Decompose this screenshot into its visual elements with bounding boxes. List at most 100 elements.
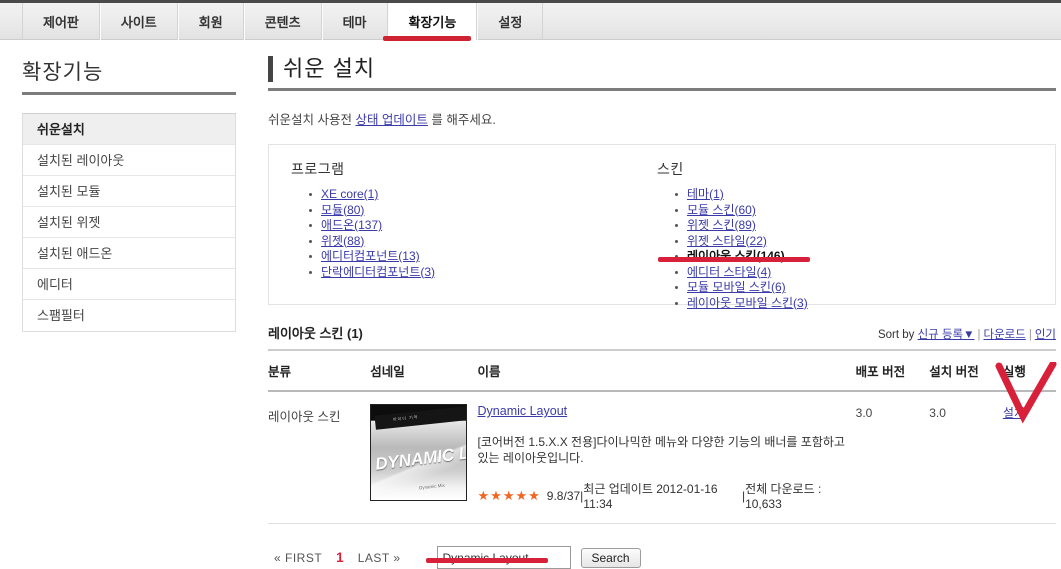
row-category-label: 레이아웃 스킨 bbox=[268, 410, 341, 424]
program-link-addons[interactable]: 애드온(137) bbox=[321, 218, 382, 232]
sort-by-controls: Sort by 신규 등록▼ | 다운로드 | 인기 bbox=[878, 326, 1056, 342]
dist-version-value: 3.0 bbox=[855, 406, 873, 420]
thumbnail-word: DYNAMIC L bbox=[374, 443, 468, 474]
skin-link-widget-skin[interactable]: 위젯 스킨(89) bbox=[687, 218, 756, 232]
list-item[interactable]: 에디터 스타일(4) bbox=[675, 265, 1039, 281]
skin-link-widget-style[interactable]: 위젯 스타일(22) bbox=[687, 234, 767, 248]
search-button[interactable]: Search bbox=[580, 547, 641, 568]
install-link[interactable]: 설치 bbox=[1003, 406, 1025, 420]
notice-text-after: 를 해주세요. bbox=[427, 113, 496, 127]
status-update-notice: 쉬운설치 사용전 상태 업데이트 를 해주세요. bbox=[268, 109, 1056, 128]
column-header-category: 분류 bbox=[268, 351, 371, 392]
list-item[interactable]: 레이아웃 모바일 스킨(3) bbox=[675, 296, 1039, 312]
sort-option-downloads[interactable]: 다운로드 bbox=[984, 329, 1026, 341]
sidebar-menu: 쉬운설치 설치된 레이아웃 설치된 모듈 설치된 위젯 설치된 애드온 에디터 … bbox=[22, 113, 236, 332]
skin-thumbnail-image[interactable]: 아이디 기억 DYNAMIC L Dynamic Mix bbox=[370, 404, 468, 501]
nav-tab-label: 제어판 bbox=[43, 15, 79, 30]
status-update-link[interactable]: 상태 업데이트 bbox=[355, 113, 427, 127]
cell-name: Dynamic Layout [코어버전 1.5.X.X 전용]다이나믹한 메뉴… bbox=[477, 391, 856, 524]
sidebar-item-installed-modules[interactable]: 설치된 모듈 bbox=[23, 176, 235, 207]
list-item[interactable]: XE core(1) bbox=[309, 187, 639, 203]
skin-heading: 스킨 bbox=[657, 161, 684, 177]
top-nav-tab-list: 제어판 사이트 회원 콘텐츠 테마 확장기능 설정 bbox=[22, 3, 544, 40]
sort-option-newest[interactable]: 신규 등록▼ bbox=[918, 329, 975, 341]
skin-table: 분류 섬네일 이름 배포 버전 설치 버전 실행 레이아웃 스킨 아이디 기억 … bbox=[268, 351, 1056, 524]
cell-dist-version: 3.0 bbox=[855, 391, 930, 524]
last-updated-label: 최근 업데이트 2012-01-16 11:34 bbox=[583, 482, 718, 511]
list-item[interactable]: 애드온(137) bbox=[309, 218, 639, 234]
skin-link-editor-style[interactable]: 에디터 스타일(4) bbox=[687, 265, 771, 279]
list-header: 레이아웃 스킨 (1) Sort by 신규 등록▼ | 다운로드 | 인기 bbox=[268, 323, 1056, 351]
program-heading: 프로그램 bbox=[291, 161, 345, 177]
list-item[interactable]: 테마(1) bbox=[675, 187, 1039, 203]
total-downloads-label: 전체 다운로드 : 10,633 bbox=[745, 482, 822, 511]
table-row: 레이아웃 스킨 아이디 기억 DYNAMIC L Dynamic Mix Dyn… bbox=[268, 391, 1056, 524]
skin-link-module-mobile-skin[interactable]: 모듈 모바일 스킨(6) bbox=[687, 280, 786, 294]
sort-separator: | bbox=[977, 329, 981, 341]
sidebar-item-label: 에디터 bbox=[37, 277, 73, 292]
column-header-name: 이름 bbox=[477, 351, 856, 392]
list-count-label: 레이아웃 스킨 (1) bbox=[268, 326, 363, 341]
skin-column: 스킨 테마(1) 모듈 스킨(60) 위젯 스킨(89) 위젯 스타일(22) … bbox=[639, 145, 1039, 310]
sidebar-item-label: 쉬운설치 bbox=[37, 122, 85, 137]
table-header-row: 분류 섬네일 이름 배포 버전 설치 버전 실행 bbox=[268, 351, 1056, 392]
sidebar-item-label: 설치된 위젯 bbox=[37, 215, 101, 230]
nav-tab-label: 사이트 bbox=[120, 15, 157, 30]
sidebar: 확장기능 쉬운설치 설치된 레이아웃 설치된 모듈 설치된 위젯 설치된 애드온… bbox=[22, 56, 236, 332]
pagination-first[interactable]: « FIRST bbox=[274, 551, 322, 565]
cell-category: 레이아웃 스킨 bbox=[268, 391, 371, 524]
program-link-editor-components[interactable]: 에디터컴포넌트(13) bbox=[321, 249, 420, 263]
skin-table-head: 분류 섬네일 이름 배포 버전 설치 버전 실행 bbox=[268, 351, 1056, 392]
list-item[interactable]: 모듈(80) bbox=[309, 203, 639, 219]
nav-tab-extensions[interactable]: 확장기능 bbox=[387, 3, 478, 40]
sidebar-item-editor[interactable]: 에디터 bbox=[23, 269, 235, 300]
sidebar-item-installed-layouts[interactable]: 설치된 레이아웃 bbox=[23, 145, 235, 176]
program-link-widgets[interactable]: 위젯(88) bbox=[321, 234, 364, 248]
list-item[interactable]: 단락에디터컴포넌트(3) bbox=[309, 265, 639, 281]
pagination-current-page[interactable]: 1 bbox=[336, 550, 344, 565]
cell-thumbnail: 아이디 기억 DYNAMIC L Dynamic Mix bbox=[370, 391, 478, 524]
rating-stars-icon: ★★★★★ bbox=[477, 487, 541, 503]
column-header-installed-version: 설치 버전 bbox=[929, 351, 1003, 392]
notice-text-before: 쉬운설치 사용전 bbox=[268, 113, 356, 127]
cell-run: 설치 bbox=[1002, 391, 1056, 524]
list-item[interactable]: 모듈 모바일 스킨(6) bbox=[675, 280, 1039, 296]
skin-description: [코어버전 1.5.X.X 전용]다이나믹한 메뉴와 다양한 기능의 배너를 포… bbox=[477, 435, 845, 465]
list-item[interactable]: 에디터컴포넌트(13) bbox=[309, 249, 639, 265]
top-navigation-bar: 제어판 사이트 회원 콘텐츠 테마 확장기능 설정 bbox=[0, 0, 1061, 40]
package-category-box: 프로그램 XE core(1) 모듈(80) 애드온(137) 위젯(88) 에… bbox=[268, 144, 1056, 310]
list-item[interactable]: 위젯 스킨(89) bbox=[675, 218, 1039, 234]
program-column: 프로그램 XE core(1) 모듈(80) 애드온(137) 위젯(88) 에… bbox=[269, 145, 639, 304]
nav-tab-label: 설정 bbox=[498, 15, 523, 30]
pagination: « FIRST 1 LAST » bbox=[274, 550, 401, 565]
skin-link-layout-mobile-skin[interactable]: 레이아웃 모바일 스킨(3) bbox=[687, 296, 808, 310]
sidebar-item-installed-widgets[interactable]: 설치된 위젯 bbox=[23, 207, 235, 238]
nav-tab-control-panel[interactable]: 제어판 bbox=[22, 3, 100, 40]
skin-meta-row: ★★★★★ 9.8/37 | 최근 업데이트 2012-01-16 11:34 |… bbox=[478, 480, 856, 511]
pagination-last[interactable]: LAST » bbox=[358, 551, 401, 565]
sidebar-item-spamfilter[interactable]: 스팸필터 bbox=[23, 300, 235, 331]
sidebar-item-easy-install[interactable]: 쉬운설치 bbox=[23, 114, 235, 145]
program-link-paragraph-editor-components[interactable]: 단락에디터컴포넌트(3) bbox=[321, 265, 435, 279]
skin-name-link[interactable]: Dynamic Layout bbox=[478, 404, 568, 418]
nav-tab-theme[interactable]: 테마 bbox=[321, 3, 388, 40]
skin-link-module-skin[interactable]: 모듈 스킨(60) bbox=[687, 203, 756, 217]
nav-tab-contents[interactable]: 콘텐츠 bbox=[243, 3, 322, 40]
thumbnail-top-label: 아이디 기억 bbox=[392, 414, 419, 422]
thumbnail-top-bar: 아이디 기억 bbox=[374, 406, 467, 430]
list-item[interactable]: 모듈 스킨(60) bbox=[675, 203, 1039, 219]
program-link-xe-core[interactable]: XE core(1) bbox=[321, 187, 378, 201]
list-item[interactable]: 위젯 스타일(22) bbox=[675, 234, 1039, 250]
sidebar-item-installed-addons[interactable]: 설치된 애드온 bbox=[23, 238, 235, 269]
nav-tab-site[interactable]: 사이트 bbox=[99, 3, 178, 40]
sort-option-popular[interactable]: 인기 bbox=[1035, 329, 1056, 341]
sidebar-item-label: 설치된 모듈 bbox=[37, 184, 101, 199]
rating-value: 9.8/37 bbox=[546, 488, 581, 503]
program-link-modules[interactable]: 모듈(80) bbox=[321, 203, 364, 217]
annotation-red-underline-active-tab bbox=[383, 36, 471, 41]
nav-tab-member[interactable]: 회원 bbox=[177, 3, 244, 40]
skin-link-theme[interactable]: 테마(1) bbox=[687, 187, 724, 201]
list-item[interactable]: 위젯(88) bbox=[309, 234, 639, 250]
nav-tab-settings[interactable]: 설정 bbox=[477, 3, 544, 40]
sort-separator: | bbox=[1028, 329, 1032, 341]
